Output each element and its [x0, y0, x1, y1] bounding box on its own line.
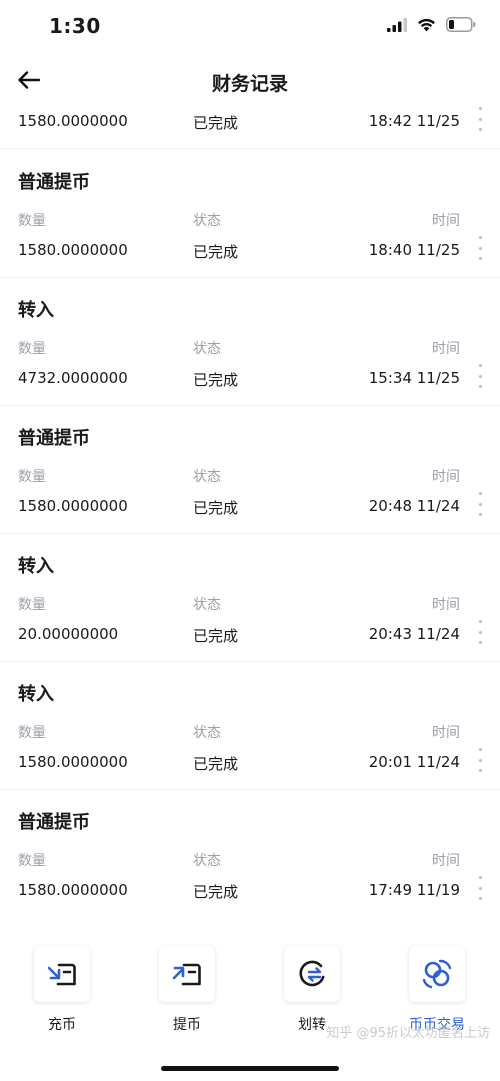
more-options-icon[interactable] [476, 364, 484, 388]
record-type: 转入 [18, 556, 54, 577]
status-label: 状态 [193, 725, 221, 741]
record-time: 20:01 11/24 [368, 753, 460, 771]
record-status: 已完成 [193, 883, 239, 901]
tab-label: 充币 [48, 1017, 76, 1033]
status-icons [387, 17, 476, 32]
time-label: 时间 [432, 725, 460, 741]
record-item[interactable]: 普通提币 数量 状态 时间 1580.0000000 已完成 17:49 11/… [0, 790, 500, 916]
amount-label: 数量 [18, 469, 46, 485]
amount-label: 数量 [18, 341, 46, 357]
status-label: 状态 [193, 341, 221, 357]
record-type: 转入 [18, 300, 54, 321]
amount-label: 数量 [18, 597, 46, 613]
record-amount: 1580.0000000 [18, 753, 128, 771]
more-options-icon[interactable] [476, 620, 484, 644]
record-amount: 1580.0000000 [18, 112, 128, 130]
record-type: 普通提币 [18, 428, 90, 449]
tab-spot-trade[interactable]: 币币交易 [397, 946, 477, 1034]
signal-icon [387, 17, 407, 32]
record-status: 已完成 [193, 114, 239, 132]
record-item[interactable]: 转入 数量 状态 时间 20.00000000 已完成 20:43 11/24 [0, 534, 500, 662]
time-label: 时间 [432, 341, 460, 357]
status-time: 1:30 [49, 14, 101, 38]
record-time: 17:49 11/19 [368, 881, 460, 899]
amount-label: 数量 [18, 725, 46, 741]
tab-label: 提币 [173, 1017, 201, 1033]
record-item[interactable]: 普通提币 数量 状态 时间 1580.0000000 已完成 18:40 11/… [0, 150, 500, 278]
spot-trade-icon [409, 946, 465, 1002]
record-partial[interactable]: 1580.0000000 已完成 18:42 11/25 [0, 104, 500, 149]
record-status: 已完成 [193, 243, 239, 261]
withdraw-icon [159, 946, 215, 1002]
watermark: 知乎 @95折以太坊匿名上访 [326, 1026, 490, 1041]
record-time: 20:43 11/24 [368, 625, 460, 643]
more-options-icon[interactable] [476, 492, 484, 516]
amount-label: 数量 [18, 853, 46, 869]
more-options-icon[interactable] [476, 236, 484, 260]
record-item[interactable]: 转入 数量 状态 时间 1580.0000000 已完成 20:01 11/24 [0, 662, 500, 790]
record-type: 普通提币 [18, 172, 90, 193]
tab-withdraw[interactable]: 提币 [147, 946, 227, 1034]
nav-bar: 财务记录 [0, 56, 500, 104]
time-label: 时间 [432, 469, 460, 485]
record-type: 普通提币 [18, 812, 90, 833]
record-item[interactable]: 转入 数量 状态 时间 4732.0000000 已完成 15:34 11/25 [0, 278, 500, 406]
record-status: 已完成 [193, 755, 239, 773]
transfer-icon [284, 946, 340, 1002]
record-status: 已完成 [193, 499, 239, 517]
tab-deposit[interactable]: 充币 [22, 946, 102, 1034]
record-amount: 1580.0000000 [18, 881, 128, 899]
time-label: 时间 [432, 597, 460, 613]
record-amount: 1580.0000000 [18, 241, 128, 259]
record-status: 已完成 [193, 627, 239, 645]
record-time: 20:48 11/24 [368, 497, 460, 515]
record-amount: 20.00000000 [18, 625, 119, 643]
more-options-icon[interactable] [476, 876, 484, 900]
record-amount: 4732.0000000 [18, 369, 128, 387]
tab-label: 划转 [298, 1017, 326, 1033]
status-bar: 1:30 [0, 0, 500, 56]
status-label: 状态 [193, 853, 221, 869]
tab-transfer[interactable]: 划转 [272, 946, 352, 1034]
more-options-icon[interactable] [476, 107, 484, 131]
status-label: 状态 [193, 469, 221, 485]
time-label: 时间 [432, 213, 460, 229]
record-item[interactable]: 普通提币 数量 状态 时间 1580.0000000 已完成 20:48 11/… [0, 406, 500, 534]
status-label: 状态 [193, 213, 221, 229]
status-label: 状态 [193, 597, 221, 613]
record-time: 15:34 11/25 [368, 369, 460, 387]
deposit-icon [34, 946, 90, 1002]
record-status: 已完成 [193, 371, 239, 389]
records-list[interactable]: 1580.0000000 已完成 18:42 11/25 普通提币 数量 状态 … [0, 104, 500, 916]
record-type: 转入 [18, 684, 54, 705]
wifi-icon [418, 18, 435, 31]
home-indicator[interactable] [161, 1066, 339, 1071]
time-label: 时间 [432, 853, 460, 869]
record-time: 18:40 11/25 [368, 241, 460, 259]
battery-icon [446, 17, 476, 32]
record-amount: 1580.0000000 [18, 497, 128, 515]
more-options-icon[interactable] [476, 748, 484, 772]
amount-label: 数量 [18, 213, 46, 229]
page-title: 财务记录 [211, 73, 288, 95]
record-time: 18:42 11/25 [368, 112, 460, 130]
bottom-action-bar: 充币 提币 划转 币币交易 [0, 916, 500, 1081]
